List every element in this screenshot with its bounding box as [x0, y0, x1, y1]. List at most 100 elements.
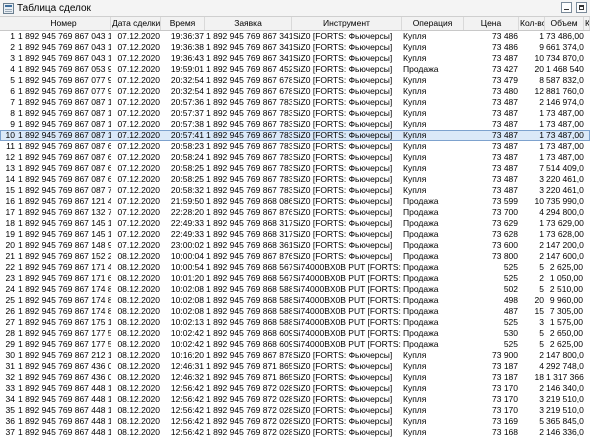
quantity-cell: 2 — [539, 273, 544, 283]
order-number-cell: 1 892 945 769 868 609 193 — [206, 328, 292, 338]
operation-cell: Продажа — [403, 251, 439, 261]
column-header-date[interactable]: Дата сделки — [111, 17, 161, 30]
column-header-instrument[interactable]: Инструмент — [292, 17, 402, 30]
operation-cell: Купля — [403, 174, 427, 184]
trade-date-cell: 07.12.2020 — [117, 119, 160, 129]
row-number-cell: 34 — [5, 394, 15, 404]
table-row[interactable]: 251 892 945 769 867 174 883 08.12.2020 10:… — [0, 295, 590, 306]
table-row[interactable]: 91 892 945 769 867 087 135 07.12.2020 20:5… — [0, 119, 590, 130]
row-number-cell: 17 — [5, 207, 15, 217]
column-header-order[interactable]: Заявка — [205, 17, 292, 30]
table-row[interactable]: 71 892 945 769 867 087 133 07.12.2020 20:5… — [0, 97, 590, 108]
quantity-cell: 5 — [539, 339, 544, 349]
column-header-number[interactable]: Номер — [17, 17, 111, 30]
instrument-cell: SiZ0 [FORTS: Фьючерсы] — [293, 416, 393, 426]
volume-cell: 146 974,00 — [546, 97, 584, 107]
quantity-cell: 10 — [534, 196, 544, 206]
table-row[interactable]: 191 892 945 769 867 145 167 07.12.2020 22:… — [0, 229, 590, 240]
operation-cell: Продажа — [403, 196, 439, 206]
instrument-cell: SiZ0 [FORTS: Фьючерсы] — [293, 53, 393, 63]
table-row[interactable]: 41 892 945 769 867 053 935 07.12.2020 19:5… — [0, 64, 590, 75]
order-number-cell: 1 892 945 769 872 028 735 — [206, 416, 292, 426]
trade-date-cell: 07.12.2020 — [117, 174, 160, 184]
table-row[interactable]: 201 892 945 769 867 148 991 07.12.2020 23:… — [0, 240, 590, 251]
volume-cell: 147 600,00 — [546, 251, 584, 261]
trade-number-cell: 1 892 945 769 867 087 616 — [18, 174, 111, 184]
table-row[interactable]: 31 892 945 769 867 043 122 07.12.2020 19:3… — [0, 53, 590, 64]
row-number-cell: 9 — [10, 119, 15, 129]
price-cell: 73 800 — [492, 251, 518, 261]
table-row[interactable]: 211 892 945 769 867 152 209 08.12.2020 10:… — [0, 251, 590, 262]
column-header-time[interactable]: Время — [161, 17, 205, 30]
trade-time-cell: 12:56:42 — [170, 416, 204, 426]
trade-time-cell: 10:02:08 — [170, 284, 204, 294]
table-row[interactable]: 321 892 945 769 867 436 019 08.12.2020 12:… — [0, 372, 590, 383]
price-cell: 73 187 — [492, 372, 518, 382]
quantity-cell: 1 — [539, 141, 544, 151]
table-row[interactable]: 81 892 945 769 867 087 134 07.12.2020 20:5… — [0, 108, 590, 119]
column-header-quantity[interactable]: Кол-во — [519, 17, 545, 30]
trade-date-cell: 07.12.2020 — [117, 196, 160, 206]
price-cell: 73 487 — [492, 174, 518, 184]
instrument-cell: SiZ0 [FORTS: Фьючерсы] — [293, 152, 393, 162]
price-cell: 73 900 — [492, 350, 518, 360]
table-row[interactable]: 311 892 945 769 867 436 018 08.12.2020 12:… — [0, 361, 590, 372]
table-row[interactable]: 131 892 945 769 867 087 615 07.12.2020 20:… — [0, 163, 590, 174]
table-row[interactable]: 331 892 945 769 867 448 182 08.12.2020 12:… — [0, 383, 590, 394]
volume-cell: 292 748,00 — [546, 361, 584, 371]
table-row[interactable]: 271 892 945 769 867 175 191 08.12.2020 10:… — [0, 317, 590, 328]
trade-time-cell: 22:49:33 — [170, 229, 204, 239]
column-header-extra[interactable]: Ко — [584, 17, 590, 30]
operation-cell: Купля — [403, 427, 427, 437]
trade-time-cell: 12:56:42 — [170, 383, 204, 393]
order-number-cell: 1 892 945 769 868 588 117 — [206, 306, 292, 316]
table-row[interactable]: 281 892 945 769 867 177 523 08.12.2020 10:… — [0, 328, 590, 339]
quantity-cell: 3 — [539, 174, 544, 184]
price-cell: 73 487 — [492, 53, 518, 63]
table-row[interactable]: 301 892 945 769 867 212 180 08.12.2020 10:… — [0, 350, 590, 361]
table-row[interactable]: 371 892 945 769 867 448 186 08.12.2020 12:… — [0, 427, 590, 438]
trade-date-cell: 07.12.2020 — [117, 207, 160, 217]
trade-number-cell: 1 892 945 769 867 448 185 — [18, 416, 111, 426]
column-header-volume[interactable]: Объем — [545, 17, 584, 30]
volume-cell: 147 200,00 — [546, 240, 584, 250]
table-row[interactable]: 351 892 945 769 867 448 184 08.12.2020 12:… — [0, 405, 590, 416]
table-row[interactable]: 61 892 945 769 867 077 952 07.12.2020 20:3… — [0, 86, 590, 97]
table-row[interactable]: 221 892 945 769 867 171 465 08.12.2020 10:… — [0, 262, 590, 273]
table-row[interactable]: 151 892 945 769 867 087 749 07.12.2020 20:… — [0, 185, 590, 196]
table-row[interactable]: 121 892 945 769 867 087 609 07.12.2020 20:… — [0, 152, 590, 163]
row-number-cell: 11 — [6, 141, 15, 151]
maximize-icon[interactable] — [576, 2, 587, 13]
table-row[interactable]: 181 892 945 769 867 145 166 07.12.2020 22:… — [0, 218, 590, 229]
row-number-cell: 30 — [5, 350, 15, 360]
operation-cell: Купля — [403, 75, 427, 85]
trade-date-cell: 08.12.2020 — [117, 416, 160, 426]
volume-cell: 219 510,00 — [546, 394, 584, 404]
row-number-cell: 31 — [5, 361, 15, 371]
order-number-cell: 1 892 945 769 867 783 372 — [206, 108, 292, 118]
table-row[interactable]: 231 892 945 769 867 171 681 08.12.2020 10:… — [0, 273, 590, 284]
table-row[interactable]: 51 892 945 769 867 077 951 07.12.2020 20:3… — [0, 75, 590, 86]
column-header-operation[interactable]: Операция — [402, 17, 464, 30]
table-row[interactable]: 111 892 945 769 867 087 608 07.12.2020 20:… — [0, 141, 590, 152]
table-row[interactable]: 261 892 945 769 867 174 884 08.12.2020 10:… — [0, 306, 590, 317]
table-row[interactable]: 341 892 945 769 867 448 183 08.12.2020 12:… — [0, 394, 590, 405]
table-row[interactable]: 101 892 945 769 867 087 146 07.12.2020 20:… — [0, 130, 590, 141]
trade-time-cell: 12:56:42 — [170, 394, 204, 404]
table-row[interactable]: 361 892 945 769 867 448 185 08.12.2020 12:… — [0, 416, 590, 427]
price-cell: 73 487 — [492, 185, 518, 195]
order-number-cell: 1 892 945 769 868 361 467 — [206, 240, 292, 250]
column-header-price[interactable]: Цена — [464, 17, 519, 30]
table-row[interactable]: 241 892 945 769 867 174 882 08.12.2020 10:… — [0, 284, 590, 295]
table-row[interactable]: 161 892 945 769 867 121 443 07.12.2020 21:… — [0, 196, 590, 207]
instrument-cell: Si74000BX0B PUT [FORTS: Опци — [293, 284, 402, 294]
price-cell: 502 — [503, 284, 518, 294]
table-row[interactable]: 141 892 945 769 867 087 616 07.12.2020 20:… — [0, 174, 590, 185]
trade-date-cell: 08.12.2020 — [117, 262, 160, 272]
table-row[interactable]: 171 892 945 769 867 132 735 07.12.2020 22:… — [0, 207, 590, 218]
table-row[interactable]: 291 892 945 769 867 177 524 08.12.2020 10:… — [0, 339, 590, 350]
minimize-icon[interactable] — [561, 2, 572, 13]
table-row[interactable]: 11 892 945 769 867 043 10907.12.202019:3… — [0, 31, 590, 42]
table-row[interactable]: 21 892 945 769 867 043 110 07.12.2020 19:3… — [0, 42, 590, 53]
price-cell: 73 170 — [492, 405, 518, 415]
